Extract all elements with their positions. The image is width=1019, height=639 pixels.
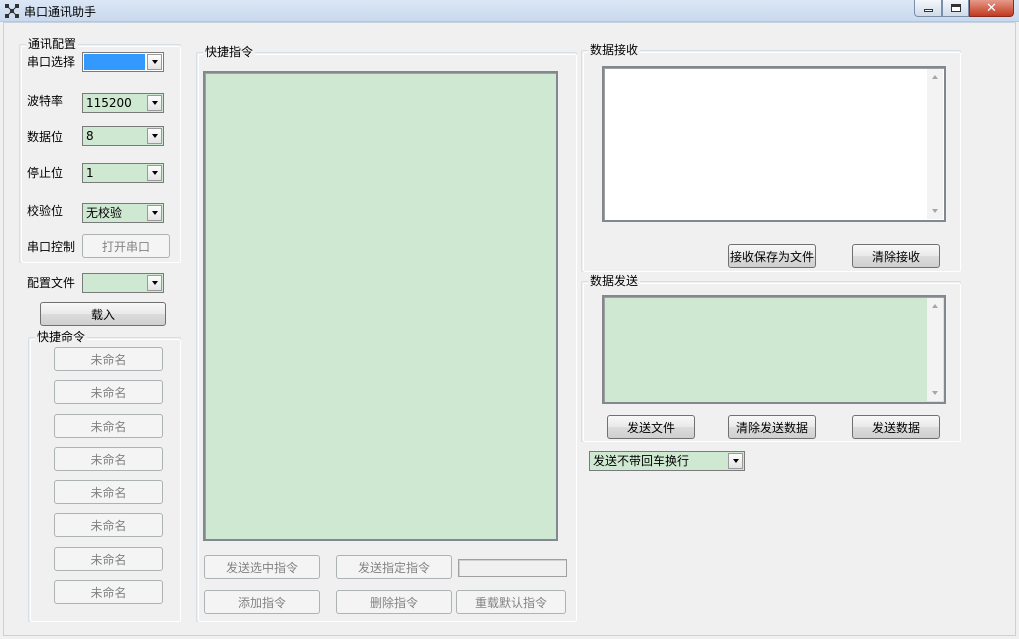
config-group: 通讯配置: [19, 37, 181, 263]
stopbits-select[interactable]: 1: [82, 163, 164, 183]
save-receive-button[interactable]: 接收保存为文件: [728, 244, 816, 268]
chevron-down-icon[interactable]: [147, 165, 162, 181]
config-file-label: 配置文件: [27, 276, 76, 290]
receive-scrollbar[interactable]: [927, 69, 943, 219]
parity-label: 校验位: [27, 204, 64, 218]
close-button[interactable]: ✕: [969, 0, 1014, 17]
delete-instruction-button[interactable]: 删除指令: [336, 590, 452, 614]
config-group-label: 通讯配置: [26, 37, 79, 51]
chevron-down-icon[interactable]: [728, 453, 743, 469]
minimize-icon: [923, 9, 933, 12]
chevron-down-icon[interactable]: [147, 128, 162, 144]
quick-instructions-group-label: 快捷指令: [203, 45, 256, 59]
parity-select[interactable]: 无校验: [82, 203, 164, 223]
minimize-button[interactable]: [914, 0, 942, 17]
port-control-label: 串口控制: [27, 240, 76, 254]
open-port-button[interactable]: 打开串口: [82, 234, 170, 258]
maximize-icon: [950, 4, 961, 12]
send-textarea[interactable]: [602, 295, 946, 404]
instruction-list[interactable]: [203, 71, 558, 541]
quick-command-button-1[interactable]: 未命名: [54, 347, 163, 371]
receive-group-label: 数据接收: [588, 43, 641, 57]
quick-command-button-2[interactable]: 未命名: [54, 380, 163, 404]
quick-command-button-7[interactable]: 未命名: [54, 547, 163, 571]
scroll-up-icon[interactable]: [927, 69, 943, 85]
config-file-select[interactable]: [82, 273, 164, 293]
receive-textarea[interactable]: [602, 66, 946, 222]
port-label: 串口选择: [27, 55, 76, 69]
send-file-button[interactable]: 发送文件: [607, 415, 695, 439]
baud-label: 波特率: [27, 94, 64, 108]
quick-command-button-3[interactable]: 未命名: [54, 414, 163, 438]
chevron-down-icon[interactable]: [147, 205, 162, 221]
chevron-down-icon[interactable]: [147, 95, 162, 111]
app-window: 串口通讯助手 ✕ 通讯配置 串口选择 波特率 115200 数据位 8 停止位 …: [0, 0, 1019, 639]
databits-select-value: 8: [86, 129, 94, 143]
parity-select-value: 无校验: [86, 206, 123, 220]
databits-select[interactable]: 8: [82, 126, 164, 146]
scroll-down-icon[interactable]: [927, 385, 943, 401]
window-title: 串口通讯助手: [24, 5, 97, 19]
quick-command-button-4[interactable]: 未命名: [54, 447, 163, 471]
send-scrollbar[interactable]: [927, 298, 943, 401]
chevron-down-icon[interactable]: [147, 275, 162, 291]
quick-command-button-5[interactable]: 未命名: [54, 480, 163, 504]
clear-receive-button[interactable]: 清除接收: [852, 244, 940, 268]
baud-select-value: 115200: [86, 96, 132, 110]
maximize-button[interactable]: [942, 0, 969, 17]
title-bar[interactable]: 串口通讯助手 ✕: [0, 0, 1019, 22]
stopbits-select-value: 1: [86, 166, 94, 180]
newline-mode-select[interactable]: 发送不带回车换行: [589, 451, 745, 471]
port-select-highlight: [84, 54, 145, 70]
load-button[interactable]: 载入: [40, 302, 166, 326]
reload-default-button[interactable]: 重载默认指令: [456, 590, 566, 614]
stopbits-label: 停止位: [27, 166, 64, 180]
quick-commands-group-label: 快捷命令: [35, 330, 88, 344]
app-icon: [4, 3, 20, 19]
clear-send-button[interactable]: 清除发送数据: [728, 415, 816, 439]
send-specified-button[interactable]: 发送指定指令: [336, 555, 452, 579]
specified-instruction-input[interactable]: [458, 559, 567, 577]
send-selected-button[interactable]: 发送选中指令: [204, 555, 320, 579]
scroll-up-icon[interactable]: [927, 298, 943, 314]
scroll-down-icon[interactable]: [927, 203, 943, 219]
chevron-down-icon[interactable]: [147, 54, 162, 70]
baud-select[interactable]: 115200: [82, 93, 164, 113]
close-icon: ✕: [986, 0, 997, 16]
add-instruction-button[interactable]: 添加指令: [204, 590, 320, 614]
databits-label: 数据位: [27, 130, 64, 144]
port-select[interactable]: [82, 52, 164, 72]
quick-command-button-8[interactable]: 未命名: [54, 580, 163, 604]
send-group-label: 数据发送: [588, 274, 641, 288]
send-data-button[interactable]: 发送数据: [852, 415, 940, 439]
newline-mode-value: 发送不带回车换行: [593, 454, 690, 468]
quick-command-button-6[interactable]: 未命名: [54, 513, 163, 537]
